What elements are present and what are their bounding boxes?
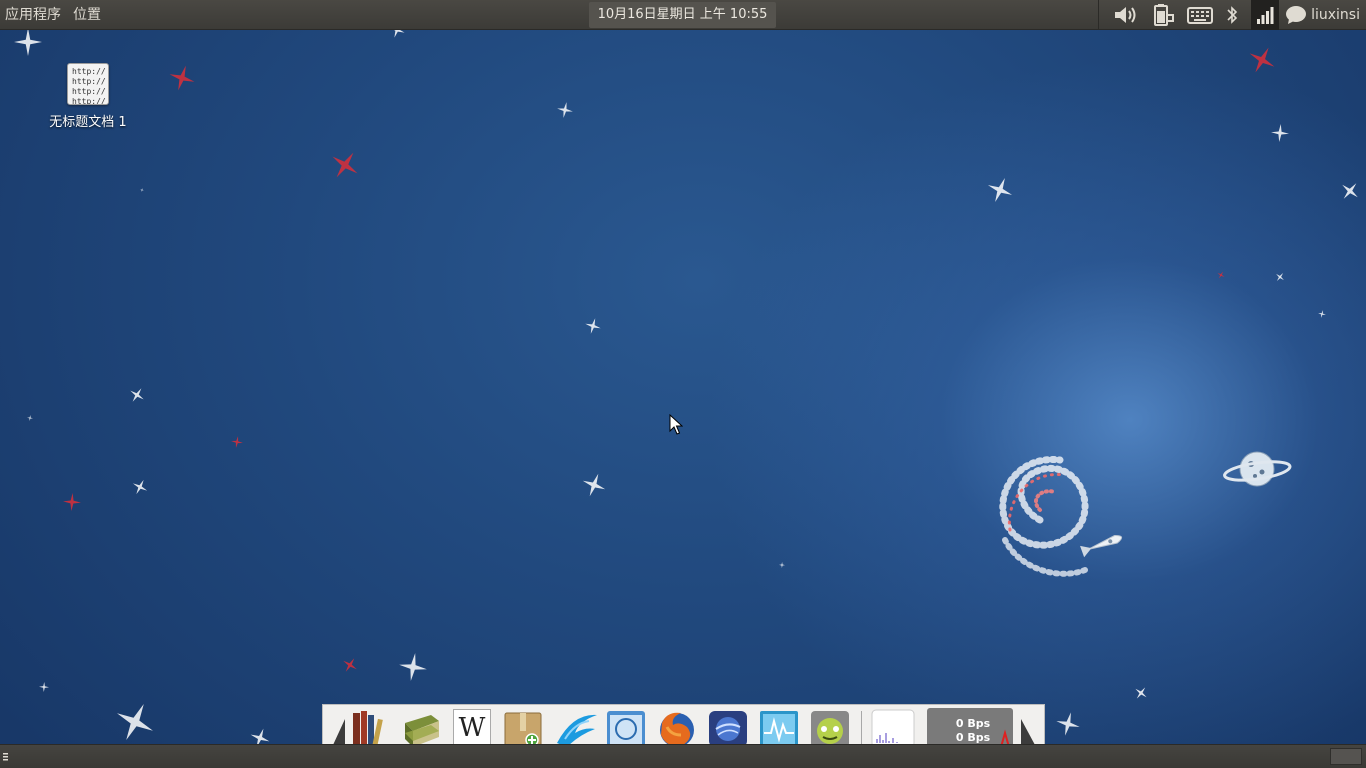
system-monitor-icon <box>760 711 798 744</box>
dock: W 0 Bps 0 Bps <box>322 704 1045 744</box>
dock-left-edge <box>333 719 345 744</box>
wallpaper-spiral <box>999 456 1089 577</box>
menu-places[interactable]: 位置 <box>67 0 107 30</box>
wallpaper-star <box>1276 273 1284 281</box>
wallpaper-stars <box>14 30 1358 744</box>
dock-app-web-globe[interactable] <box>708 709 747 744</box>
wallpaper-star <box>332 152 358 178</box>
dock-app-bird-client[interactable] <box>555 709 597 744</box>
wallpaper-star <box>343 658 357 672</box>
dock-right-edge <box>1021 719 1035 744</box>
desktop-file-untitled-document[interactable]: http:// http:// http:// http:// 无标题文档 1 <box>40 63 136 130</box>
desktop-file-label: 无标题文档 1 <box>49 115 127 130</box>
wallpaper-star <box>27 415 33 421</box>
menu-applications[interactable]: 应用程序 <box>0 0 67 30</box>
wallpaper-star <box>250 728 270 744</box>
panel-handle-icon[interactable] <box>3 752 9 762</box>
wallpaper-star <box>130 388 144 402</box>
firefox-icon <box>660 712 694 744</box>
wallpaper-star <box>117 704 153 740</box>
desktop[interactable] <box>0 30 1366 744</box>
wallpaper-star <box>779 562 785 568</box>
wallpaper-star <box>557 102 573 118</box>
planet-icon <box>1223 451 1292 487</box>
dock-separator <box>861 711 862 744</box>
wallpaper-star <box>399 653 427 681</box>
wallpaper-star <box>585 318 601 334</box>
wallpaper-star <box>14 30 42 56</box>
signal-icon[interactable] <box>1251 0 1280 30</box>
user-menu[interactable]: liuxinsi <box>1285 0 1366 30</box>
system-tray: liuxinsi <box>1098 0 1366 30</box>
dock-app-bookshelf[interactable] <box>349 709 387 744</box>
user-name-label: liuxinsi <box>1311 7 1360 23</box>
wallpaper-star <box>1318 310 1326 318</box>
bluetooth-icon[interactable] <box>1225 0 1239 30</box>
top-panel: 应用程序 位置 10月16日星期日 上午 10:55 liuxinsi <box>0 0 1366 30</box>
wallpaper-star <box>39 682 49 692</box>
battery-icon[interactable] <box>1151 0 1175 30</box>
wallpaper-star <box>1217 271 1225 279</box>
archive-manager-icon <box>504 712 542 744</box>
dock-app-browser-window[interactable] <box>606 709 645 744</box>
wallpaper-star <box>140 188 144 192</box>
dock-app-firefox[interactable] <box>657 709 695 744</box>
wallpaper-star <box>63 493 81 511</box>
wallpaper-star <box>987 177 1013 203</box>
wallpaper-star <box>1342 183 1358 199</box>
bottom-panel <box>0 744 1366 768</box>
wallpaper-star <box>1135 687 1147 699</box>
books-icon <box>405 715 439 744</box>
wallpaper <box>14 30 1358 744</box>
dock-app-books[interactable] <box>401 709 439 744</box>
browser-window-icon <box>607 711 645 744</box>
dock-app-system-monitor[interactable] <box>759 709 798 744</box>
bird-client-icon <box>557 714 597 744</box>
clock[interactable]: 10月16日星期日 上午 10:55 <box>589 2 776 28</box>
wallpaper-star <box>1249 47 1275 73</box>
tray-separator <box>1098 0 1100 30</box>
netmon-graph-icon <box>1000 729 1010 744</box>
dock-app-wikipedia[interactable]: W <box>453 709 491 744</box>
cpu-graph-icon <box>871 709 915 744</box>
web-globe-icon <box>709 711 747 744</box>
dock-app-android[interactable] <box>810 709 849 744</box>
mouse-cursor-icon <box>669 414 683 435</box>
wallpaper-star <box>1056 712 1080 736</box>
text-document-icon: http:// http:// http:// http:// <box>67 63 109 105</box>
wallpaper-star <box>132 479 148 495</box>
bookshelf-icon <box>353 711 383 744</box>
keyboard-icon[interactable] <box>1187 0 1214 30</box>
wallpaper-star <box>169 65 195 91</box>
wallpaper-star <box>1271 124 1289 142</box>
workspace-switcher[interactable] <box>1330 748 1362 765</box>
dock-app-archive-manager[interactable] <box>503 709 542 744</box>
volume-icon[interactable] <box>1113 0 1139 30</box>
android-icon <box>811 711 849 744</box>
wallpaper-star <box>389 30 405 38</box>
wikipedia-icon: W <box>453 709 491 744</box>
wallpaper-star <box>582 473 606 497</box>
wallpaper-star <box>231 436 243 448</box>
dock-cpu-graph[interactable] <box>871 709 915 744</box>
rocket-icon <box>1080 534 1123 558</box>
menu-bar: 应用程序 位置 <box>0 0 107 30</box>
chat-icon <box>1286 6 1307 24</box>
